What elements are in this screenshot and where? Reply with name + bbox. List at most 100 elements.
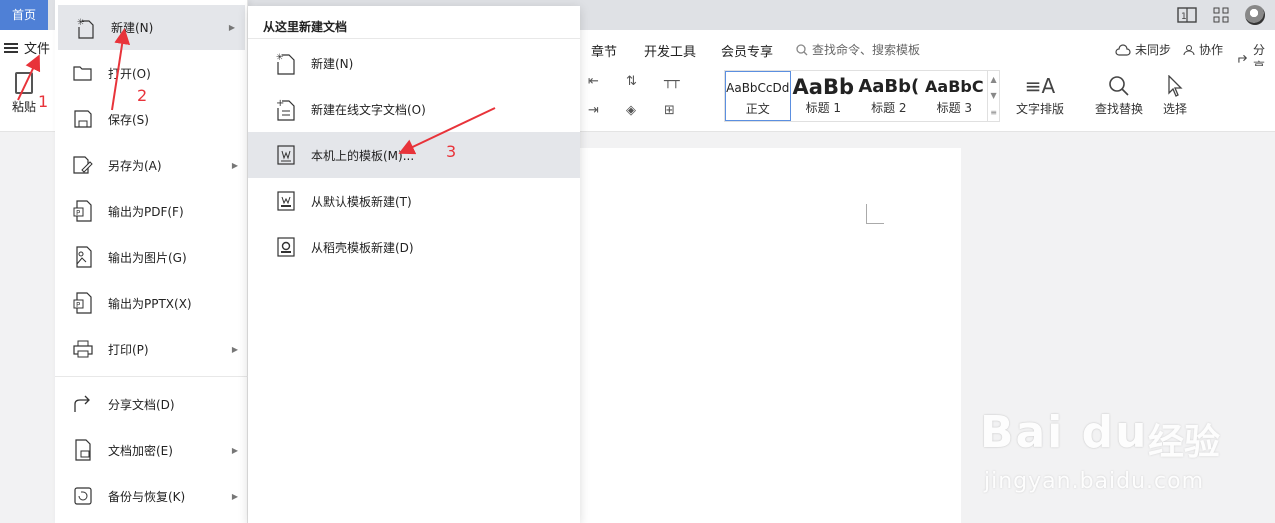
menu-item-label: 输出为图片(G): [108, 250, 187, 265]
document-page[interactable]: [580, 148, 961, 523]
find-replace-button[interactable]: 查找替换: [1095, 72, 1143, 117]
menu-item-export-pptx[interactable]: P 输出为PPTX(X): [55, 280, 248, 326]
select-label: 选择: [1163, 102, 1188, 116]
submenu-item-default-template[interactable]: 从默认模板新建(T): [248, 178, 580, 224]
magnifier-icon: [1095, 72, 1143, 100]
indent-icon[interactable]: ⇥: [588, 103, 626, 118]
menu-item-label: 打开(O): [108, 66, 151, 81]
text-layout-icon: ≡A: [1024, 74, 1056, 98]
sort-icon[interactable]: ⇅: [626, 74, 664, 89]
hamburger-icon: [4, 42, 18, 53]
paragraph-tools: ⇤ ⇅ ┬┬ ⇥ ◈ ⊞: [588, 74, 702, 118]
backup-restore-icon: [72, 485, 94, 507]
menu-item-save[interactable]: 保存(S): [55, 96, 248, 142]
submenu-divider: [248, 38, 580, 39]
tab-developer-tools[interactable]: 开发工具: [644, 41, 696, 60]
menu-item-label: 打印(P): [108, 342, 149, 357]
menu-item-share-doc[interactable]: 分享文档(D): [55, 381, 248, 427]
svg-text:✳: ✳: [276, 53, 284, 63]
sync-label: 未同步: [1135, 43, 1172, 57]
menu-item-open[interactable]: 打开(O): [55, 50, 248, 96]
tab-member-exclusive[interactable]: 会员专享: [721, 41, 773, 60]
submenu-item-docer-template[interactable]: 从稻壳模板新建(D): [248, 224, 580, 270]
menu-item-export-image[interactable]: 输出为图片(G): [55, 234, 248, 280]
annotation-number-3: 3: [446, 142, 457, 161]
menu-item-encrypt-doc[interactable]: 文档加密(E) ▶: [55, 427, 248, 473]
tab-chapter[interactable]: 章节: [591, 41, 617, 60]
submenu-item-label: 新建(N): [311, 56, 354, 71]
style-sample: AaBbCcDd: [726, 81, 790, 95]
person-icon: [1183, 44, 1195, 55]
save-as-icon: [72, 154, 94, 176]
svg-text:P: P: [76, 209, 80, 217]
new-doc-icon: ✳: [75, 17, 97, 39]
svg-text:+: +: [276, 98, 284, 109]
style-sample: AaBbC: [925, 77, 984, 96]
text-layout-button[interactable]: ≡A 文字排版: [1016, 72, 1064, 117]
submenu-item-label: 本机上的模板(M)...: [311, 148, 415, 163]
file-menu-panel: ✳ 新建(N) ▶ 打开(O) 保存(S) 另存为(A) ▶ P 输出为PDF(…: [55, 0, 248, 523]
share-icon: [1238, 54, 1248, 63]
menu-item-backup-restore[interactable]: 备份与恢复(K) ▶: [55, 473, 248, 519]
baidu-jingyan-watermark: Bai du 经验 jingyan.baidu.com: [980, 385, 1260, 505]
sync-status-button[interactable]: 未同步: [1115, 41, 1171, 58]
submenu-item-local-template[interactable]: 本机上的模板(M)...: [248, 132, 580, 178]
submenu-title: 从这里新建文档: [263, 20, 348, 34]
style-gallery-scroll[interactable]: ▲ ▼ ≡: [987, 71, 999, 121]
style-heading-1[interactable]: AaBb 标题 1: [791, 71, 857, 121]
new-online-doc-icon: +: [275, 97, 297, 121]
search-icon: [796, 43, 808, 55]
cursor-icon: [1163, 72, 1187, 100]
menu-item-print[interactable]: 打印(P) ▶: [55, 326, 248, 372]
export-pdf-icon: P: [72, 200, 94, 222]
reading-mode-icon[interactable]: 1: [1177, 5, 1197, 25]
home-tab[interactable]: 首页: [0, 0, 48, 30]
submenu-item-new-online[interactable]: + 新建在线文字文档(O): [248, 86, 580, 132]
margin-corner-mark: [866, 204, 884, 224]
text-layout-label: 文字排版: [1016, 102, 1065, 116]
menu-item-label: 备份与恢复(K): [108, 489, 186, 504]
encrypt-doc-icon: [72, 439, 94, 461]
submenu-item-label: 从默认模板新建(T): [311, 194, 412, 209]
submenu-item-label: 新建在线文字文档(O): [311, 102, 426, 117]
style-heading-3[interactable]: AaBbC 标题 3: [922, 71, 988, 121]
select-button[interactable]: 选择: [1163, 72, 1187, 117]
style-sample: AaBb(: [858, 76, 920, 97]
shading-icon[interactable]: ◈: [626, 103, 664, 118]
style-normal[interactable]: AaBbCcDd 正文: [725, 71, 791, 121]
cloud-icon: [1115, 43, 1131, 56]
submenu-arrow-icon: ▶: [231, 160, 238, 170]
share-doc-icon: [72, 393, 94, 415]
docer-template-icon: [275, 235, 297, 259]
watermark-brand: Bai du: [980, 407, 1149, 458]
align-icon[interactable]: ⇤: [588, 74, 626, 89]
menu-item-save-as[interactable]: 另存为(A) ▶: [55, 142, 248, 188]
submenu-item-new-blank[interactable]: ✳ 新建(N): [248, 40, 580, 86]
menu-item-label: 新建(N): [111, 21, 154, 35]
file-menu-label: 文件: [24, 42, 51, 57]
command-search[interactable]: 查找命令、搜索模板: [796, 41, 920, 58]
user-avatar-icon[interactable]: [1245, 5, 1265, 25]
svg-text:P: P: [76, 301, 80, 309]
open-folder-icon: [72, 62, 94, 84]
new-submenu-panel: 从这里新建文档 ✳ 新建(N) + 新建在线文字文档(O) 本机上的模板(M).…: [248, 6, 580, 523]
export-pptx-icon: P: [72, 292, 94, 314]
style-name: 标题 3: [936, 101, 973, 115]
file-menu-button[interactable]: 文件: [4, 38, 50, 57]
menu-item-new[interactable]: ✳ 新建(N) ▶: [58, 5, 245, 50]
menu-item-export-pdf[interactable]: P 输出为PDF(F): [55, 188, 248, 234]
style-name: 标题 2: [871, 101, 907, 115]
find-replace-label: 查找替换: [1095, 102, 1144, 116]
borders-icon[interactable]: ⊞: [664, 103, 702, 118]
menu-item-label: 输出为PPTX(X): [108, 296, 192, 311]
save-icon: [72, 108, 94, 130]
paste-label: 粘贴: [11, 100, 36, 114]
ruler-icon[interactable]: ┬┬: [664, 74, 702, 89]
apps-grid-icon[interactable]: [1211, 5, 1231, 25]
menu-item-label: 文档加密(E): [108, 443, 173, 458]
style-heading-2[interactable]: AaBb( 标题 2: [856, 71, 922, 121]
menu-divider: [55, 376, 248, 377]
menu-item-label: 输出为PDF(F): [108, 204, 184, 219]
collaborate-button[interactable]: 协作: [1183, 41, 1223, 58]
local-template-icon: [275, 143, 297, 167]
